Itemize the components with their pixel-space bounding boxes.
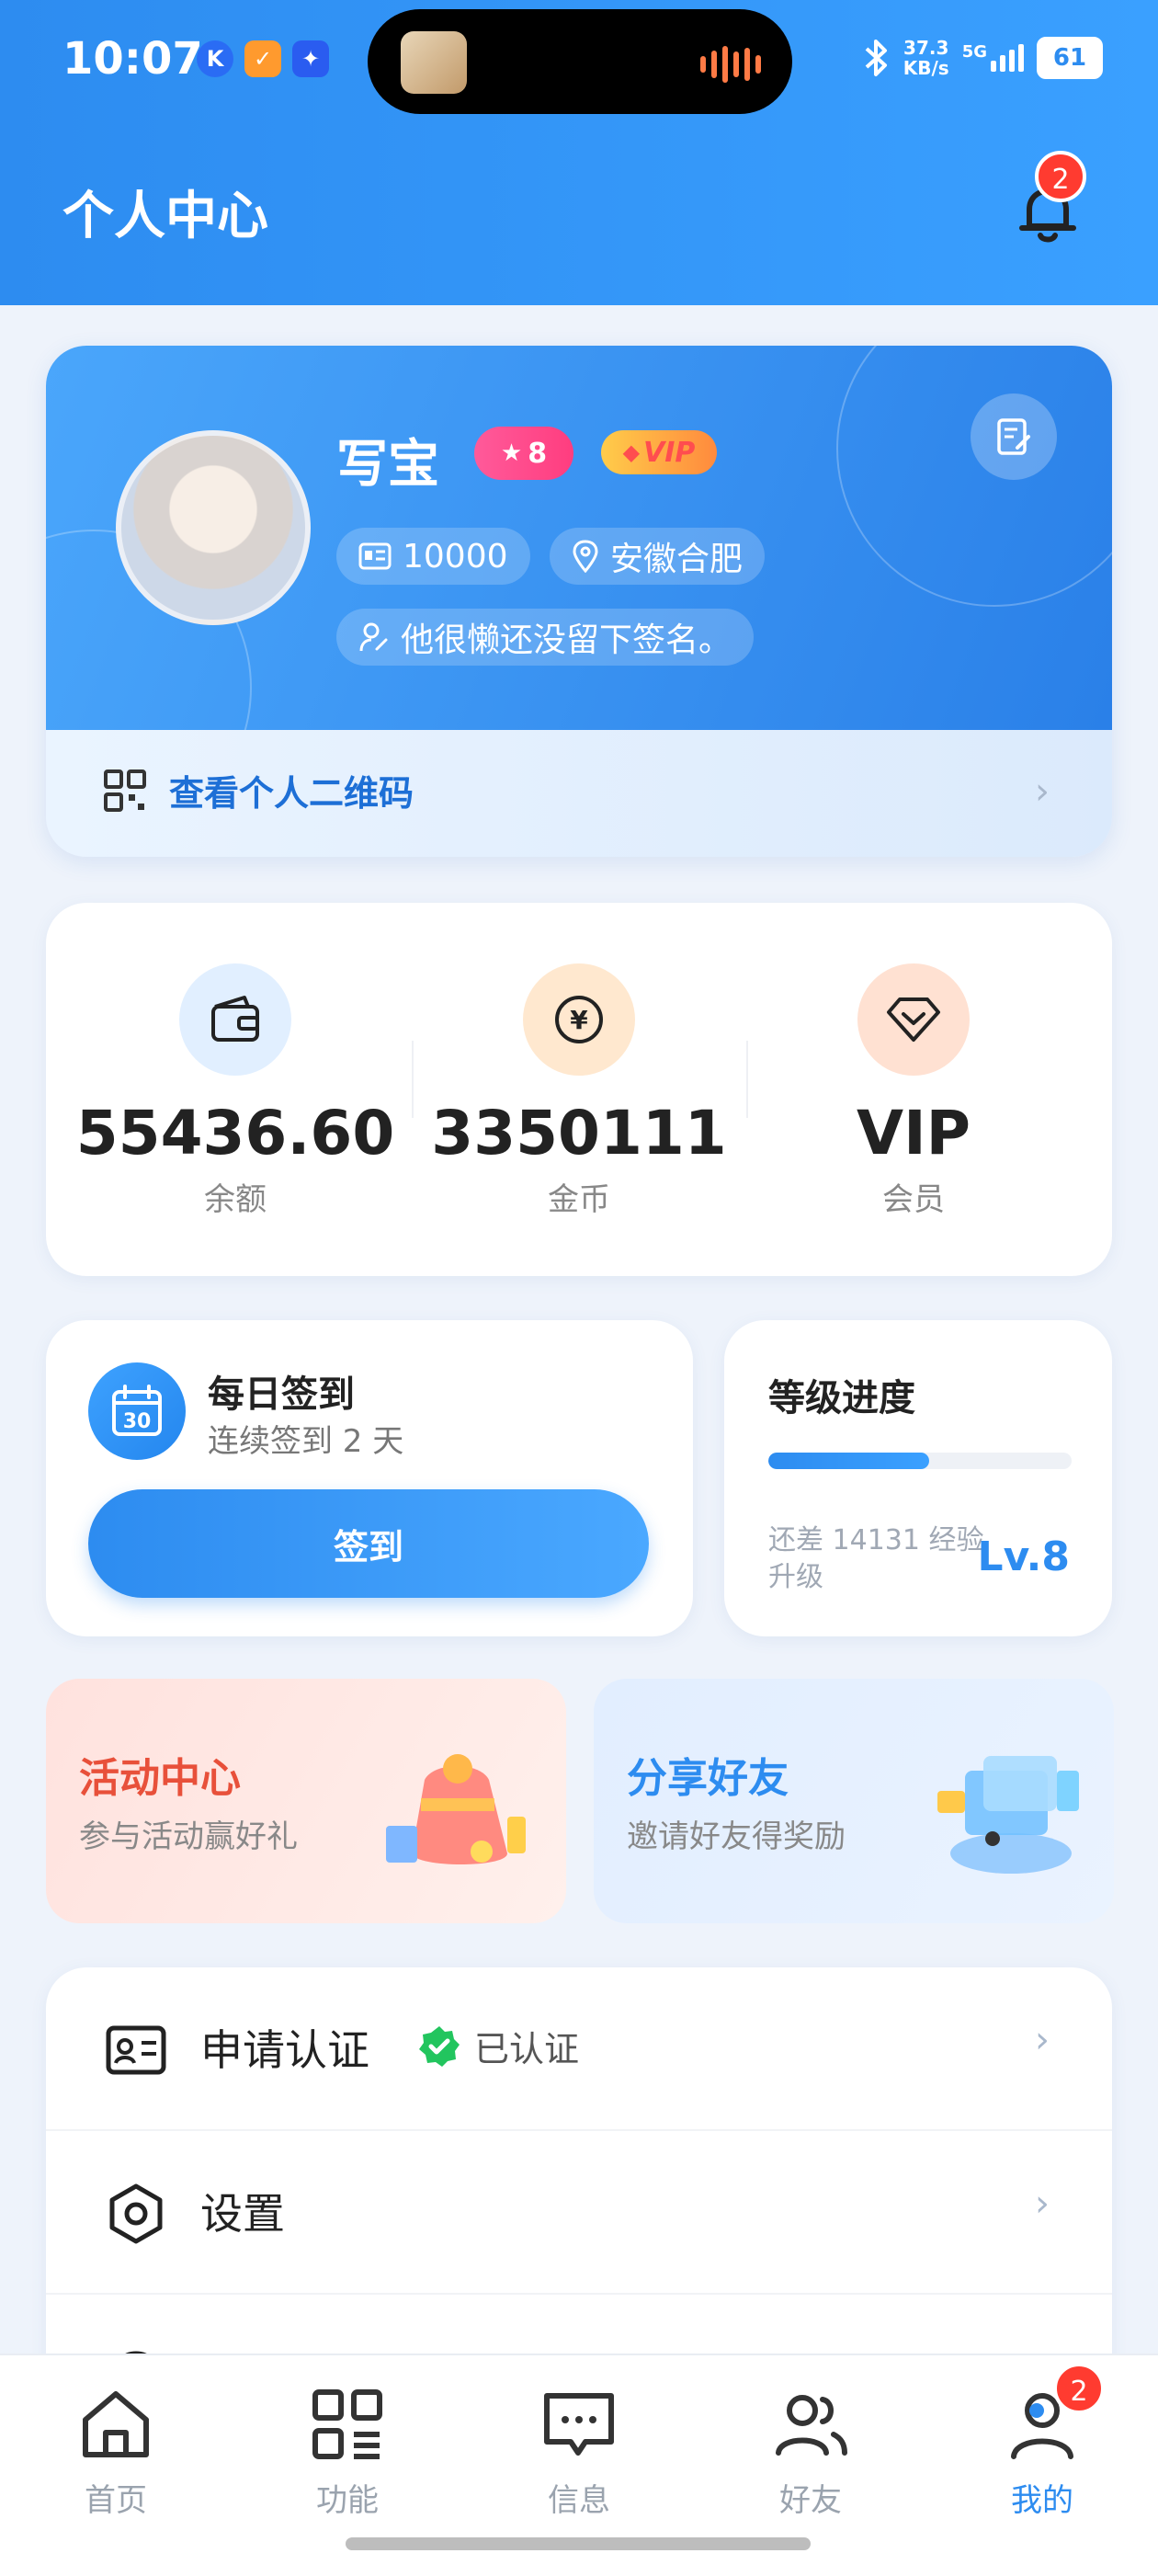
chevron-right-icon: › [1035, 2183, 1050, 2225]
chevron-right-icon: › [1035, 770, 1050, 813]
chevron-right-icon: › [1035, 2019, 1050, 2061]
qr-code-icon [104, 769, 146, 812]
wallet-icon [179, 963, 291, 1076]
tab-friends[interactable]: 好友 [737, 2383, 884, 2520]
diamond-icon: ◆ [622, 439, 641, 465]
menu-item-settings[interactable]: 设置 › [46, 2131, 1112, 2295]
profile-card-header: 写宝 ★ 8 ◆ VIP 10000 安徽合肥 他很懒还没留下签名。 [46, 346, 1112, 846]
activity-center-subtitle: 参与活动赢好礼 [79, 1818, 298, 1855]
id-card-icon [358, 542, 392, 570]
checkin-button[interactable]: 签到 [88, 1489, 649, 1598]
id-card-icon [106, 2025, 166, 2075]
user-name: 写宝 [336, 435, 439, 495]
home-icon [83, 2391, 149, 2457]
audio-wave-icon [700, 46, 761, 83]
home-indicator[interactable] [346, 2537, 811, 2550]
notification-app-icon: ✓ [244, 40, 281, 77]
profile-card[interactable]: 写宝 ★ 8 ◆ VIP 10000 安徽合肥 他很懒还没留下签名。 查看个人二维 [46, 346, 1112, 857]
dynamic-island[interactable] [368, 9, 792, 114]
apps-icon [312, 2389, 382, 2459]
location-pin-icon [573, 540, 598, 573]
svg-text:¥: ¥ [570, 1005, 588, 1035]
verified-check-icon [419, 2025, 460, 2067]
calendar-day: 30 [123, 1410, 152, 1433]
stats-card: 55436.60 余额 ¥ 3350111 金币 VIP 会员 [46, 903, 1112, 1276]
share-friends-subtitle: 邀请好友得奖励 [627, 1818, 846, 1855]
menu-item-label: 设置 [200, 2189, 285, 2239]
level-card[interactable]: 等级进度 还差 14131 经验升级 Lv.8 [724, 1320, 1112, 1636]
activity-center-title: 活动中心 [79, 1755, 241, 1802]
level-progress-fill [768, 1453, 929, 1469]
coin-icon: ¥ [523, 963, 635, 1076]
settings-icon [109, 2183, 163, 2244]
edit-profile-button[interactable] [971, 393, 1057, 480]
balance-label: 余额 [204, 1181, 267, 1218]
friends-icon [776, 2395, 847, 2456]
system-indicators: 37.3 KB/s 5G 61 [863, 37, 1103, 79]
share-illustration-icon [937, 1756, 1079, 1874]
vip-badge: ◆ VIP [601, 430, 717, 474]
status-bar: 10:07 K ✓ ✦ 37.3 KB/s 5G 61 [0, 0, 1158, 120]
checkin-title: 每日签到 [208, 1373, 355, 1416]
tab-label: 首页 [85, 2482, 147, 2519]
checkin-card: 30 每日签到 连续签到 2 天 签到 [46, 1320, 693, 1636]
qr-code-row[interactable]: 查看个人二维码 › [46, 730, 1112, 857]
decor-ring [836, 346, 1112, 607]
vip-label: 会员 [882, 1181, 945, 1218]
edit-icon [997, 418, 1030, 455]
tab-home[interactable]: 首页 [42, 2383, 189, 2520]
balance-stat[interactable]: 55436.60 余额 [70, 903, 401, 1219]
verified-status: 已认证 [417, 2021, 579, 2071]
notification-app-icon: ✦ [292, 40, 329, 77]
menu-item-verification[interactable]: 申请认证 已认证 › [46, 1967, 1112, 2131]
bluetooth-icon [865, 40, 887, 76]
coins-label: 金币 [548, 1181, 610, 1218]
signature-pill[interactable]: 他很懒还没留下签名。 [336, 609, 755, 666]
share-friends-title: 分享好友 [627, 1755, 789, 1802]
vip-value: VIP [856, 1098, 971, 1168]
net-speed: 37.3 KB/s [903, 37, 949, 79]
balance-value: 55436.60 [75, 1098, 395, 1168]
avatar[interactable] [116, 430, 311, 625]
page-title: 个人中心 [62, 187, 268, 246]
gift-bag-icon [386, 1754, 526, 1864]
star-icon: ★ [500, 439, 523, 467]
level-hint: 还差 14131 经验升级 [768, 1524, 984, 1593]
status-time: 10:07 [62, 33, 203, 85]
vip-stat[interactable]: VIP 会员 [748, 903, 1079, 1219]
level-value: Lv.8 [977, 1533, 1070, 1580]
user-id-pill: 10000 [336, 528, 530, 585]
app-header: 10:07 K ✓ ✦ 37.3 KB/s 5G 61 个人中心 2 [0, 0, 1158, 305]
location-pill: 安徽合肥 [550, 528, 766, 585]
diamond-icon [857, 963, 970, 1076]
coins-value: 3350111 [431, 1098, 727, 1168]
notification-app-icon: K [197, 40, 233, 77]
battery-icon: 61 [1037, 37, 1103, 79]
tab-functions[interactable]: 功能 [274, 2383, 421, 2520]
tab-messages[interactable]: 信息 [505, 2383, 653, 2520]
tab-label: 我的 [1011, 2482, 1073, 2519]
checkin-subtitle: 连续签到 2 天 [208, 1423, 404, 1460]
level-progress-bar [768, 1453, 1072, 1469]
notifications-button[interactable]: 2 [1011, 151, 1086, 248]
share-friends-card[interactable]: 分享好友 邀请好友得奖励 [594, 1679, 1114, 1923]
calendar-icon: 30 [88, 1362, 186, 1460]
tab-badge: 2 [1053, 2363, 1105, 2414]
activity-center-card[interactable]: 活动中心 参与活动赢好礼 [46, 1679, 566, 1923]
message-icon [544, 2393, 614, 2456]
signal-icon: 5G [962, 44, 1024, 72]
tab-label: 功能 [316, 2482, 379, 2519]
media-thumbnail [401, 31, 467, 94]
tab-label: 好友 [779, 2482, 842, 2519]
qr-code-link: 查看个人二维码 [103, 765, 414, 815]
level-badge: ★ 8 [474, 427, 573, 480]
level-title: 等级进度 [768, 1377, 915, 1419]
menu-item-label: 申请认证 [200, 2025, 369, 2075]
user-edit-icon [359, 622, 388, 652]
tab-label: 信息 [548, 2482, 610, 2519]
coins-stat[interactable]: ¥ 3350111 金币 [414, 903, 744, 1219]
tab-profile[interactable]: 我的 2 [969, 2363, 1116, 2520]
notification-badge: 2 [1035, 151, 1086, 202]
